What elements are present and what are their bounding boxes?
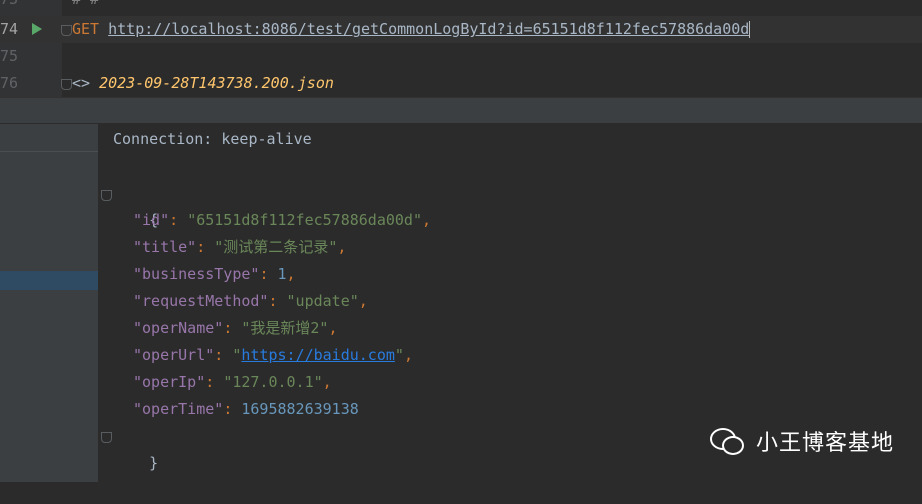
json-key: "operIp" xyxy=(133,373,206,391)
json-key: "title" xyxy=(133,238,197,256)
line-number: 73 xyxy=(0,0,20,13)
json-key: "requestMethod" xyxy=(133,292,269,310)
request-url[interactable]: http://localhost:8086/test/getCommonLogB… xyxy=(108,20,749,38)
json-key: "businessType" xyxy=(133,265,260,283)
json-field: "operName": "我是新增2", xyxy=(133,319,338,337)
line-number: 75 xyxy=(0,47,19,65)
response-header: Connection: keep-alive xyxy=(113,130,312,148)
json-value: 1695882639138 xyxy=(241,400,359,418)
json-field: "requestMethod": "update", xyxy=(133,292,368,310)
comment-text: ## xyxy=(72,0,99,13)
json-quote: " xyxy=(394,346,404,364)
json-field: "id": "65151d8f112fec57886da00d", xyxy=(133,211,432,229)
pane-separator[interactable] xyxy=(0,97,922,124)
wechat-icon xyxy=(710,426,748,456)
http-request-editor[interactable]: 73 ## 74 GET http://localhost:8086/test/… xyxy=(0,0,922,97)
json-field: "operTime": 1695882639138 xyxy=(133,400,359,418)
response-file-link[interactable]: 2023-09-28T143738.200.json xyxy=(99,74,334,92)
editor-line-75: 75 xyxy=(0,43,922,70)
json-value: 1 xyxy=(277,265,287,283)
watermark: 小王博客基地 xyxy=(710,423,894,459)
editor-line-73: 73 ## xyxy=(0,0,922,13)
text-caret xyxy=(749,21,751,38)
json-key: "operTime" xyxy=(133,400,224,418)
json-fold-icon[interactable] xyxy=(101,432,112,443)
watermark-text: 小王博客基地 xyxy=(756,431,895,456)
response-reference[interactable]: <> 2023-09-28T143738.200.json xyxy=(72,70,334,97)
json-key: "operName" xyxy=(133,319,224,337)
json-key: "id" xyxy=(133,211,170,229)
json-close-brace: } xyxy=(149,454,159,472)
json-value: "update" xyxy=(286,292,359,310)
json-field: "operIp": "127.0.0.1", xyxy=(133,373,332,391)
json-value: "我是新增2" xyxy=(241,319,329,337)
json-open-line: { xyxy=(113,180,158,229)
services-panel[interactable] xyxy=(0,124,98,482)
json-field: "title": "测试第二条记录", xyxy=(133,238,347,256)
json-close-line: } xyxy=(113,423,158,472)
selected-tree-item[interactable] xyxy=(0,271,98,290)
request-line[interactable]: GET http://localhost:8086/test/getCommon… xyxy=(72,16,751,43)
json-field: "operUrl": "https://baidu.com", xyxy=(133,346,413,364)
json-field: "businessType": 1, xyxy=(133,265,296,283)
fold-marker-icon[interactable] xyxy=(61,79,72,90)
json-key: "operUrl" xyxy=(133,346,215,364)
run-request-icon[interactable] xyxy=(32,23,42,35)
json-url-link[interactable]: https://baidu.com xyxy=(241,346,395,364)
editor-line-74[interactable]: 74 GET http://localhost:8086/test/getCom… xyxy=(0,16,922,43)
line-number: 76 xyxy=(0,74,19,92)
json-value: "127.0.0.1" xyxy=(223,373,323,391)
editor-line-76[interactable]: 76 <> 2023-09-28T143738.200.json xyxy=(0,70,922,97)
json-value: "测试第二条记录" xyxy=(214,238,338,256)
json-value: "65151d8f112fec57886da00d" xyxy=(187,211,422,229)
http-method: GET xyxy=(72,20,100,38)
fold-marker-icon[interactable] xyxy=(61,25,72,36)
line-number: 74 xyxy=(0,20,19,38)
panel-divider xyxy=(0,151,98,152)
json-fold-icon[interactable] xyxy=(101,190,112,201)
response-prefix: <> xyxy=(72,74,91,92)
